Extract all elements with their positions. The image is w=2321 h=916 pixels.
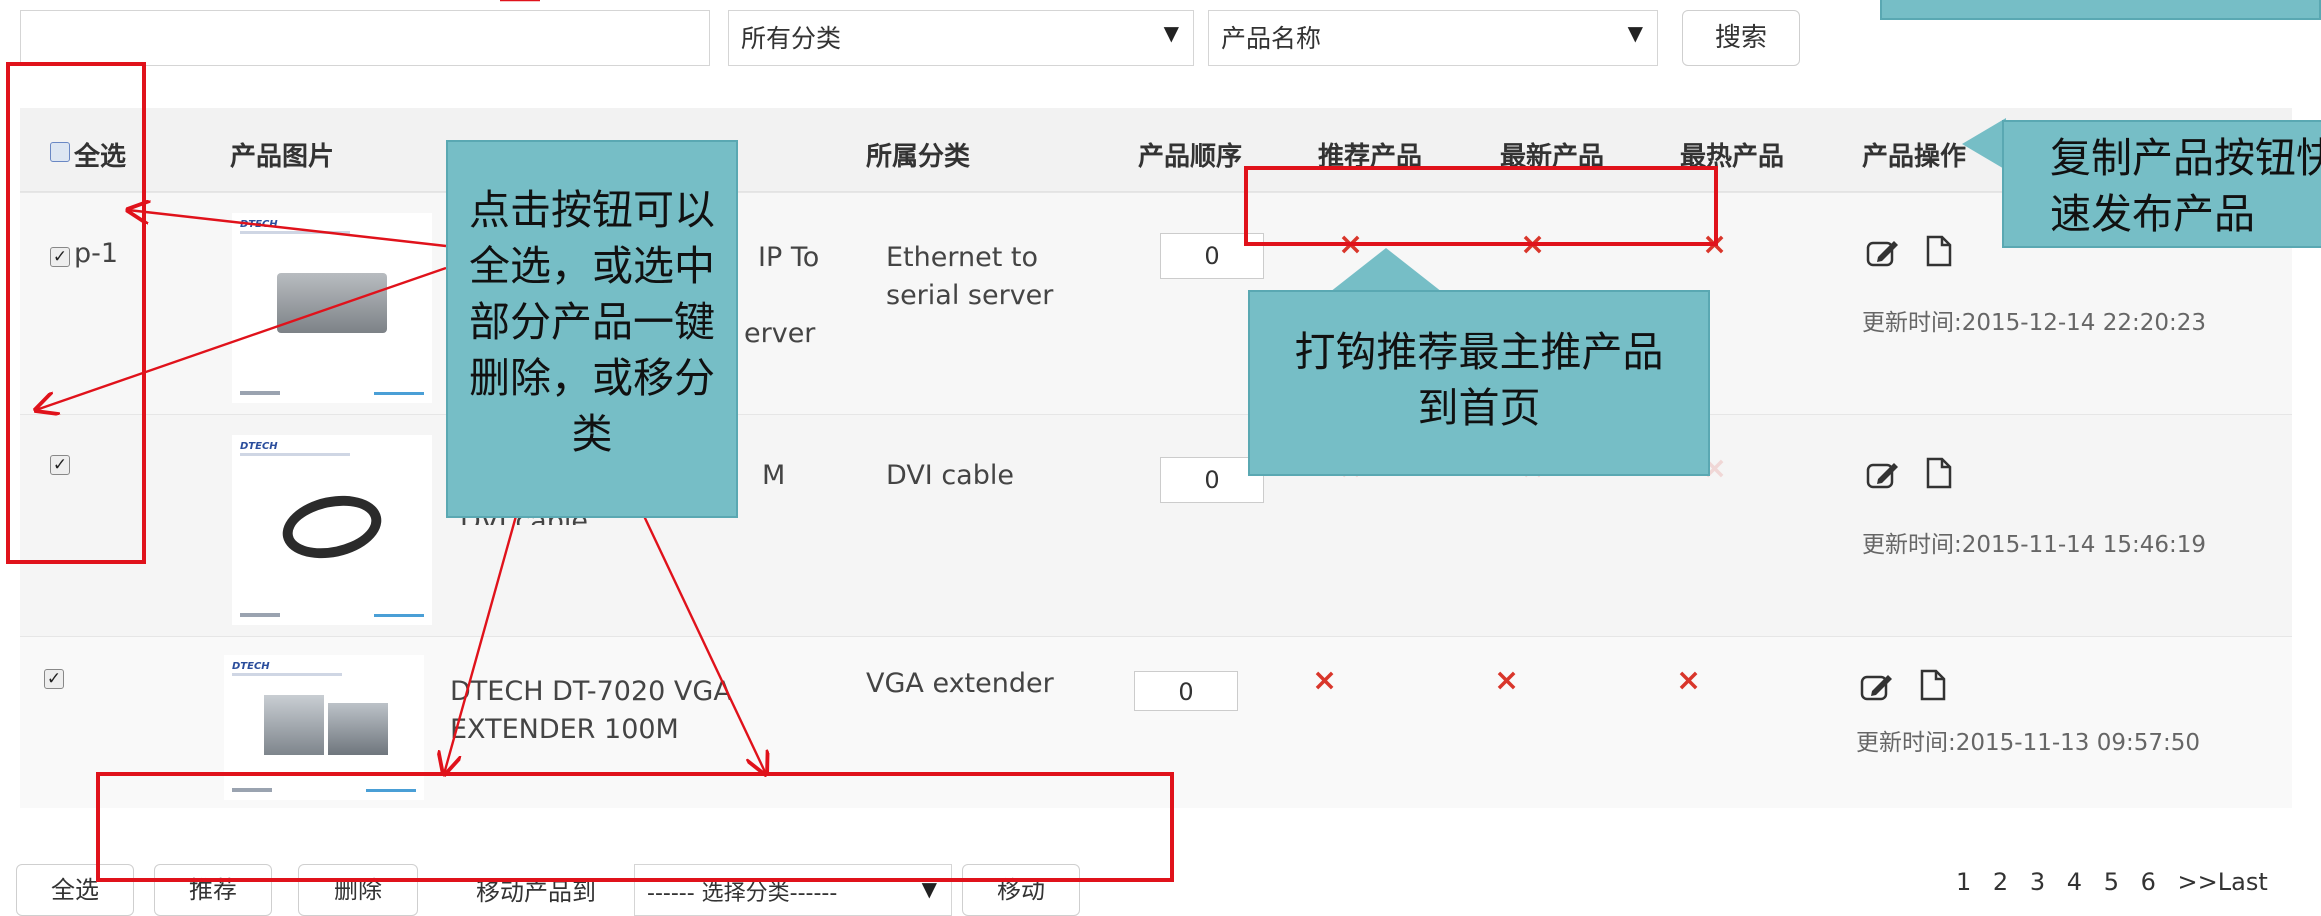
copy-tip-line1: 复制产品按钮快速发布产品 (2050, 130, 2321, 242)
recommend-callout: 打钩推荐最主推产品到首页 (1248, 290, 1710, 476)
recommend-tip-text: 打钩推荐最主推产品到首页 (1294, 328, 1664, 432)
copy-callout-pointer (1962, 118, 2006, 170)
select-all-callout: 点击按钮可以全选，或选中部分产品一键删除，或移分类 (446, 140, 738, 518)
select-all-tip-text: 点击按钮可以全选，或选中部分产品一键删除，或移分类 (469, 186, 715, 458)
copy-callout: 复制产品按钮快速发布产品 (2002, 120, 2321, 248)
copy-tip-text: 复制产品按钮快速发布产品 (2050, 134, 2321, 238)
recommend-callout-pointer (1330, 248, 1442, 292)
